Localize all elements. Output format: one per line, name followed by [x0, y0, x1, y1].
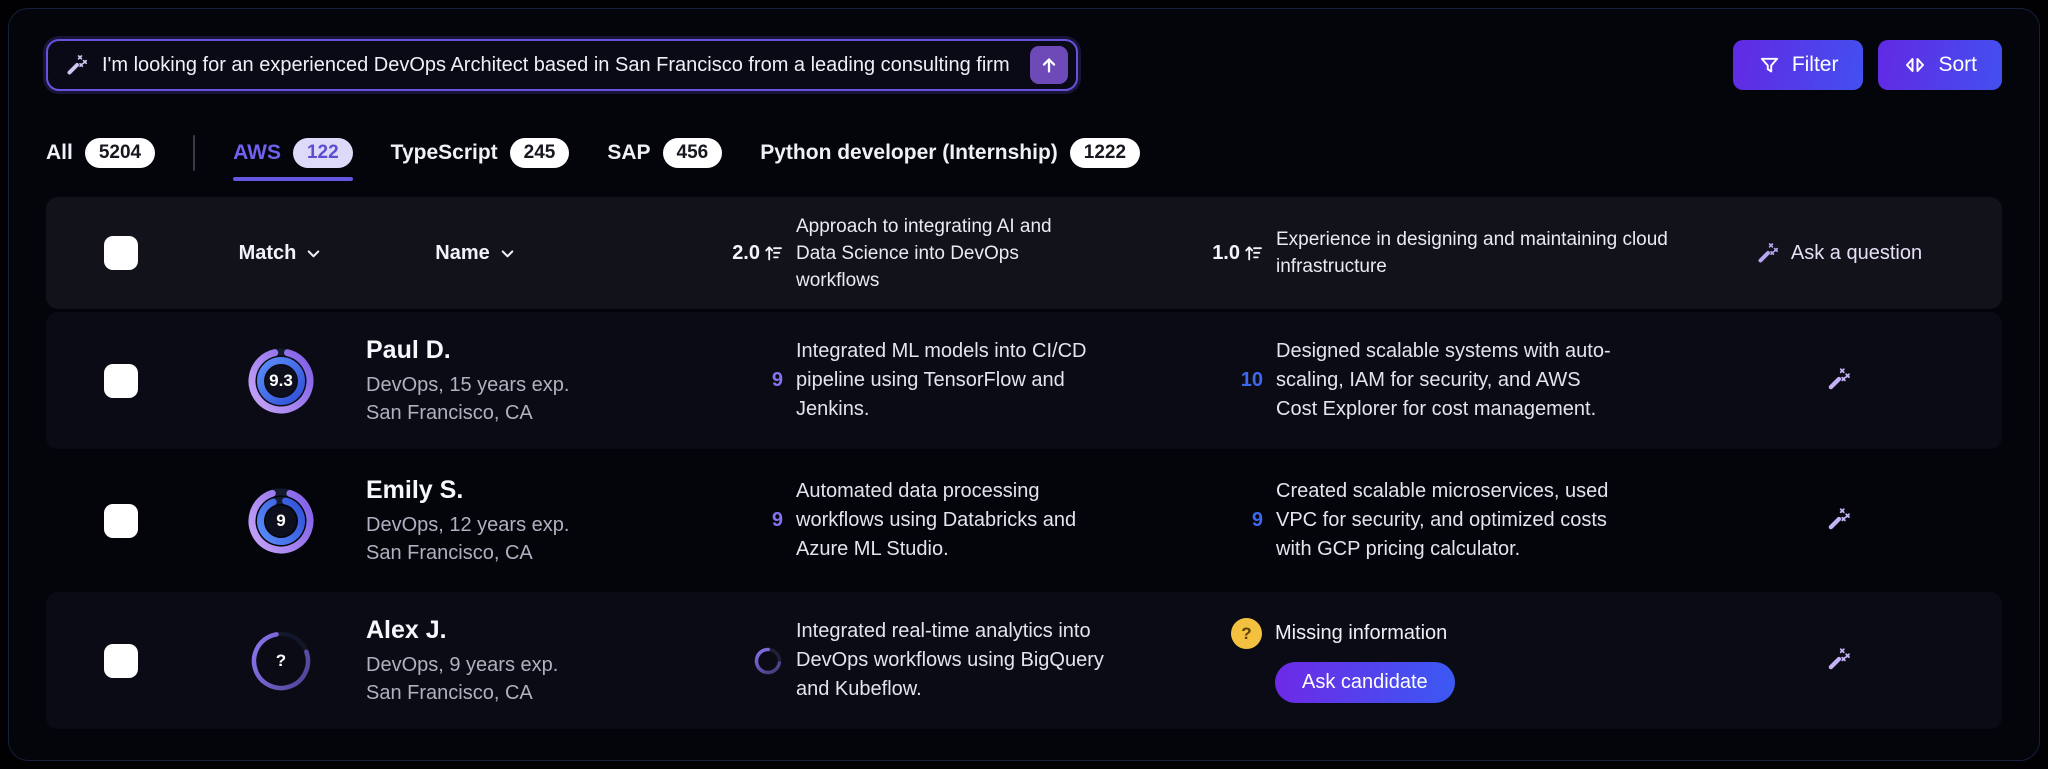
match-score-value: ?: [275, 650, 287, 670]
top-bar: Filter Sort: [46, 39, 2002, 91]
tab-aws[interactable]: AWS 122: [233, 131, 353, 181]
ask-a-question-button[interactable]: Ask a question: [1756, 241, 1922, 265]
candidate-summary: DevOps, 12 years exp.: [366, 514, 570, 536]
candidate-row[interactable]: ? Alex J. DevOps, 9 years exp. San Franc…: [46, 592, 2002, 729]
row-ask-question-button[interactable]: [1826, 646, 1852, 675]
search-submit-button[interactable]: [1030, 46, 1068, 84]
chevron-down-icon: [498, 244, 517, 263]
question1-weight: 2.0: [732, 241, 760, 264]
tab-python-developer-internship[interactable]: Python developer (Internship) 1222: [760, 131, 1141, 175]
table-header: Match Name 2.0 Approach to integrating A: [46, 197, 2002, 309]
answer2-text: Created scalable microservices, used VPC…: [1276, 480, 1609, 560]
missing-information-label: Missing information: [1275, 622, 1448, 644]
sort-icon: [1903, 53, 1927, 77]
match-score-ring-pending: ?: [245, 625, 317, 697]
row-ask-question-button[interactable]: [1826, 506, 1852, 535]
question-mark-badge: ?: [1231, 618, 1262, 649]
sort-label: Sort: [1938, 53, 1977, 76]
chevron-down-icon: [304, 244, 323, 263]
match-score-value: 9.3: [269, 370, 293, 390]
row-checkbox[interactable]: [104, 363, 138, 398]
candidate-location: San Francisco, CA: [366, 542, 533, 564]
tab-count-badge: 456: [662, 138, 723, 168]
tab-label: Python developer (Internship): [760, 141, 1058, 164]
weight-sort-icon: [1243, 243, 1263, 263]
answer1-text: Integrated ML models into CI/CD pipeline…: [796, 340, 1087, 420]
magic-wand-icon: [1826, 506, 1852, 532]
tab-typescript[interactable]: TypeScript 245: [391, 131, 570, 175]
ai-search-bar: [46, 39, 1078, 91]
candidate-location: San Francisco, CA: [366, 682, 533, 704]
candidate-name: Emily S.: [366, 476, 464, 504]
question2-weight: 1.0: [1212, 241, 1240, 264]
tab-sap[interactable]: SAP 456: [607, 131, 723, 175]
candidate-location: San Francisco, CA: [366, 402, 533, 424]
answer1-score: 9: [771, 509, 783, 531]
missing-information-status: ? Missing information: [1231, 618, 1447, 649]
answer1-text: Automated data processing workflows usin…: [796, 480, 1077, 560]
ask-candidate-button[interactable]: Ask candidate: [1275, 662, 1455, 703]
candidates-table: Match Name 2.0 Approach to integrating A: [46, 197, 2002, 729]
name-column-sort[interactable]: Name: [366, 242, 586, 265]
match-column-label: Match: [238, 241, 297, 264]
magic-wand-icon: [65, 53, 89, 77]
candidate-row[interactable]: 9 Emily S. DevOps, 12 years exp. San Fra…: [46, 452, 2002, 589]
tab-count-badge: 122: [292, 138, 353, 168]
tab-all[interactable]: All 5204: [46, 131, 156, 175]
candidate-row[interactable]: 9.3 Paul D. DevOps, 15 years exp. San Fr…: [46, 312, 2002, 449]
row-checkbox[interactable]: [104, 643, 138, 678]
tab-label: TypeScript: [390, 141, 498, 164]
question2-weight-control[interactable]: 1.0: [1212, 242, 1263, 265]
tab-count-badge: 245: [509, 138, 570, 168]
candidate-summary: DevOps, 15 years exp.: [366, 374, 570, 396]
candidate-summary: DevOps, 9 years exp.: [366, 654, 559, 676]
question2-text: Experience in designing and maintaining …: [1276, 229, 1668, 277]
filter-tabs: All 5204 AWS 122 TypeScript 245 SAP 456 …: [46, 131, 2002, 181]
candidate-name: Paul D.: [366, 336, 451, 364]
tab-label: AWS: [233, 141, 281, 164]
weight-sort-icon: [763, 243, 783, 263]
funnel-icon: [1758, 54, 1781, 77]
answer1-text: Integrated real-time analytics into DevO…: [796, 620, 1104, 700]
tabs-divider: [193, 135, 196, 171]
name-column-label: Name: [435, 241, 490, 264]
question1-weight-control[interactable]: 2.0: [732, 242, 783, 265]
select-all-checkbox[interactable]: [104, 236, 138, 270]
sort-button[interactable]: Sort: [1878, 40, 2002, 90]
ask-a-question-label: Ask a question: [1790, 241, 1923, 264]
candidate-name: Alex J.: [366, 616, 447, 644]
arrow-up-icon: [1038, 54, 1060, 76]
filter-label: Filter: [1791, 53, 1839, 76]
tab-count-badge: 1222: [1069, 138, 1141, 168]
row-checkbox[interactable]: [104, 503, 138, 538]
tab-label: SAP: [607, 141, 651, 164]
answer2-text: Designed scalable systems with auto-scal…: [1276, 340, 1611, 420]
answer2-score: 9: [1251, 509, 1263, 531]
candidate-search-panel: Filter Sort All 5204 AWS 122 TypeScript …: [8, 8, 2040, 761]
magic-wand-icon: [1826, 646, 1852, 672]
match-score-ring: 9: [245, 485, 317, 557]
match-score-ring: 9.3: [245, 345, 317, 417]
magic-wand-icon: [1826, 366, 1852, 392]
row-ask-question-button[interactable]: [1826, 366, 1852, 395]
answer1-score: 9: [771, 369, 783, 391]
filter-button[interactable]: Filter: [1732, 40, 1864, 90]
loading-spinner: [754, 647, 782, 674]
tab-label: All: [46, 141, 73, 164]
magic-wand-icon: [1756, 241, 1780, 265]
search-input[interactable]: [102, 53, 1017, 77]
question1-text: Approach to integrating AI and Data Scie…: [796, 215, 1052, 291]
answer2-score: 10: [1240, 369, 1263, 391]
match-score-value: 9: [276, 510, 286, 530]
tab-count-badge: 5204: [84, 138, 156, 168]
match-column-sort[interactable]: Match: [239, 242, 324, 265]
toolbar-actions: Filter Sort: [1732, 40, 2002, 90]
